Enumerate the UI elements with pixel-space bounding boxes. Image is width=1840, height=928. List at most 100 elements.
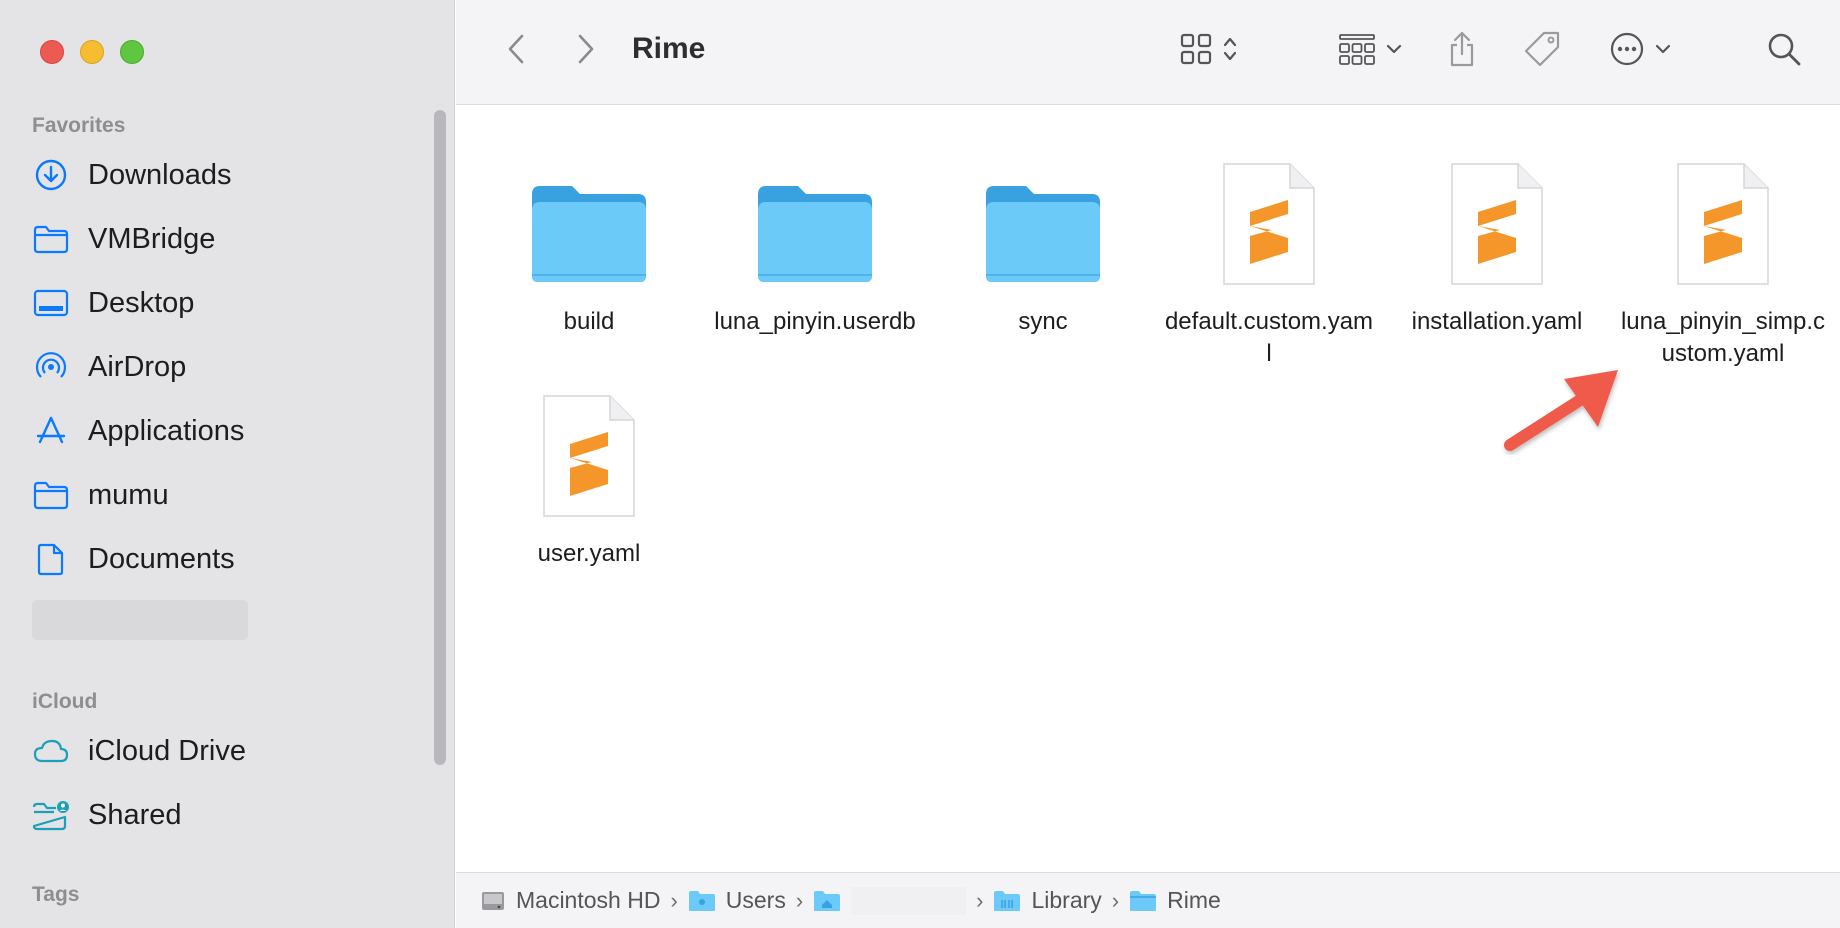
- icon-grid-icon: [1179, 32, 1213, 71]
- sublime-text-file-icon: [1432, 156, 1562, 286]
- finder-window: Favorites Downloads VMBridge Desktop Air…: [0, 0, 1840, 928]
- path-separator-icon: ›: [1111, 887, 1120, 913]
- sidebar-item-applications[interactable]: Applications: [32, 406, 432, 456]
- file-item-installation-yaml[interactable]: installation.yaml: [1387, 156, 1607, 338]
- file-grid: build luna_pinyin.userdb sync default.cu…: [456, 106, 1840, 872]
- sidebar-item-vmbridge[interactable]: VMBridge: [32, 214, 432, 264]
- sidebar-item-label: Applications: [88, 414, 245, 447]
- chevron-left-icon: [506, 33, 526, 70]
- path-separator-icon: ›: [795, 887, 804, 913]
- file-item-default-custom-yaml[interactable]: default.custom.yaml: [1159, 156, 1379, 370]
- sidebar-scrollbar[interactable]: [434, 110, 446, 765]
- toolbar: Rime: [456, 0, 1840, 105]
- window-title: Rime: [632, 32, 706, 65]
- path-crumb-library[interactable]: Library: [993, 887, 1102, 914]
- sidebar-item-label: iCloud Drive: [88, 734, 246, 767]
- path-crumb-label: Library: [1031, 887, 1102, 913]
- chevron-right-icon: [576, 33, 596, 70]
- file-item-build[interactable]: build: [479, 156, 699, 338]
- sidebar-item-documents[interactable]: Documents: [32, 534, 432, 584]
- folder-icon: [1129, 889, 1157, 913]
- folder-icon: [32, 220, 70, 258]
- more-actions-button[interactable]: [1602, 28, 1678, 74]
- sidebar-item-label: VMBridge: [88, 222, 216, 255]
- airdrop-icon: [32, 348, 70, 386]
- file-item-luna-pinyin-userdb[interactable]: luna_pinyin.userdb: [705, 156, 925, 338]
- path-crumb-label: Rime: [1167, 887, 1221, 913]
- file-name: installation.yaml: [1411, 308, 1583, 335]
- folder-icon: [524, 156, 654, 286]
- download-circle-icon: [32, 156, 70, 194]
- path-crumb-rime[interactable]: Rime: [1129, 887, 1221, 914]
- sidebar-item-redacted[interactable]: [32, 600, 248, 640]
- close-window-button[interactable]: [40, 40, 64, 64]
- tag-button[interactable]: [1520, 28, 1564, 74]
- folder-icon: [978, 156, 1108, 286]
- folder-icon: [993, 889, 1021, 913]
- view-mode-button[interactable]: [1168, 28, 1248, 74]
- home-folder-icon: [813, 889, 841, 913]
- hard-drive-icon: [480, 888, 506, 914]
- tag-icon: [1522, 29, 1562, 74]
- group-grid-icon: [1338, 32, 1376, 71]
- annotation-arrow-icon: [1500, 365, 1630, 460]
- file-name: luna_pinyin.userdb: [714, 308, 916, 335]
- sidebar-item-desktop[interactable]: Desktop: [32, 278, 432, 328]
- applications-icon: [32, 412, 70, 450]
- back-button[interactable]: [496, 28, 536, 74]
- sidebar-item-label: Desktop: [88, 286, 195, 319]
- sidebar-item-downloads[interactable]: Downloads: [32, 150, 432, 200]
- favorites-header: Favorites: [32, 114, 126, 137]
- sidebar-item-label: Shared: [88, 798, 182, 831]
- sidebar: Favorites Downloads VMBridge Desktop Air…: [0, 0, 455, 928]
- shared-folder-icon: [32, 796, 70, 834]
- group-button[interactable]: [1332, 28, 1408, 74]
- path-crumb-label: Macintosh HD: [516, 887, 661, 913]
- icloud-header: iCloud: [32, 690, 98, 713]
- folder-icon: [688, 889, 716, 913]
- sidebar-item-shared[interactable]: Shared: [32, 790, 432, 840]
- sublime-text-file-icon: [1658, 156, 1788, 286]
- zoom-window-button[interactable]: [120, 40, 144, 64]
- desktop-icon: [32, 284, 70, 322]
- tags-header: Tags: [32, 883, 80, 906]
- chevron-down-icon: [1386, 42, 1402, 60]
- file-item-user-yaml[interactable]: user.yaml: [479, 388, 699, 570]
- cloud-icon: [32, 732, 70, 770]
- sidebar-item-label: mumu: [88, 478, 169, 511]
- folder-icon: [32, 476, 70, 514]
- sidebar-item-label: Documents: [88, 542, 235, 575]
- sidebar-item-mumu[interactable]: mumu: [32, 470, 432, 520]
- ellipsis-circle-icon: [1609, 31, 1645, 72]
- path-bar: Macintosh HD › Users › › Library › Rime: [456, 872, 1840, 928]
- file-name: build: [563, 308, 615, 335]
- file-name: user.yaml: [537, 540, 641, 567]
- search-icon: [1766, 31, 1802, 72]
- share-button[interactable]: [1442, 28, 1482, 74]
- chevron-down-icon: [1655, 42, 1671, 60]
- path-separator-icon: ›: [976, 887, 984, 913]
- file-item-luna-pinyin-simp-custom-yaml[interactable]: luna_pinyin_simp.custom.yaml: [1613, 156, 1833, 370]
- sidebar-item-label: Downloads: [88, 158, 232, 191]
- path-crumb-label: Users: [725, 887, 786, 913]
- forward-button[interactable]: [566, 28, 606, 74]
- sidebar-item-icloud-drive[interactable]: iCloud Drive: [32, 726, 432, 776]
- sublime-text-file-icon: [1204, 156, 1334, 286]
- path-crumb-home[interactable]: [813, 886, 967, 915]
- search-button[interactable]: [1762, 28, 1806, 74]
- file-name: sync: [1018, 308, 1068, 335]
- sublime-text-file-icon: [524, 388, 654, 518]
- path-crumb-users[interactable]: Users: [688, 887, 786, 914]
- path-separator-icon: ›: [670, 887, 678, 913]
- path-crumb-label: [851, 886, 967, 915]
- sidebar-item-label: AirDrop: [88, 350, 187, 383]
- share-icon: [1447, 30, 1477, 73]
- sidebar-item-airdrop[interactable]: AirDrop: [32, 342, 432, 392]
- file-item-sync[interactable]: sync: [933, 156, 1153, 338]
- document-icon: [32, 540, 70, 578]
- updown-chevron-icon: [1223, 34, 1237, 69]
- path-crumb-macintosh-hd[interactable]: Macintosh HD: [480, 887, 660, 914]
- minimize-window-button[interactable]: [80, 40, 104, 64]
- folder-icon: [750, 156, 880, 286]
- file-name: luna_pinyin_simp.custom.yaml: [1620, 308, 1826, 367]
